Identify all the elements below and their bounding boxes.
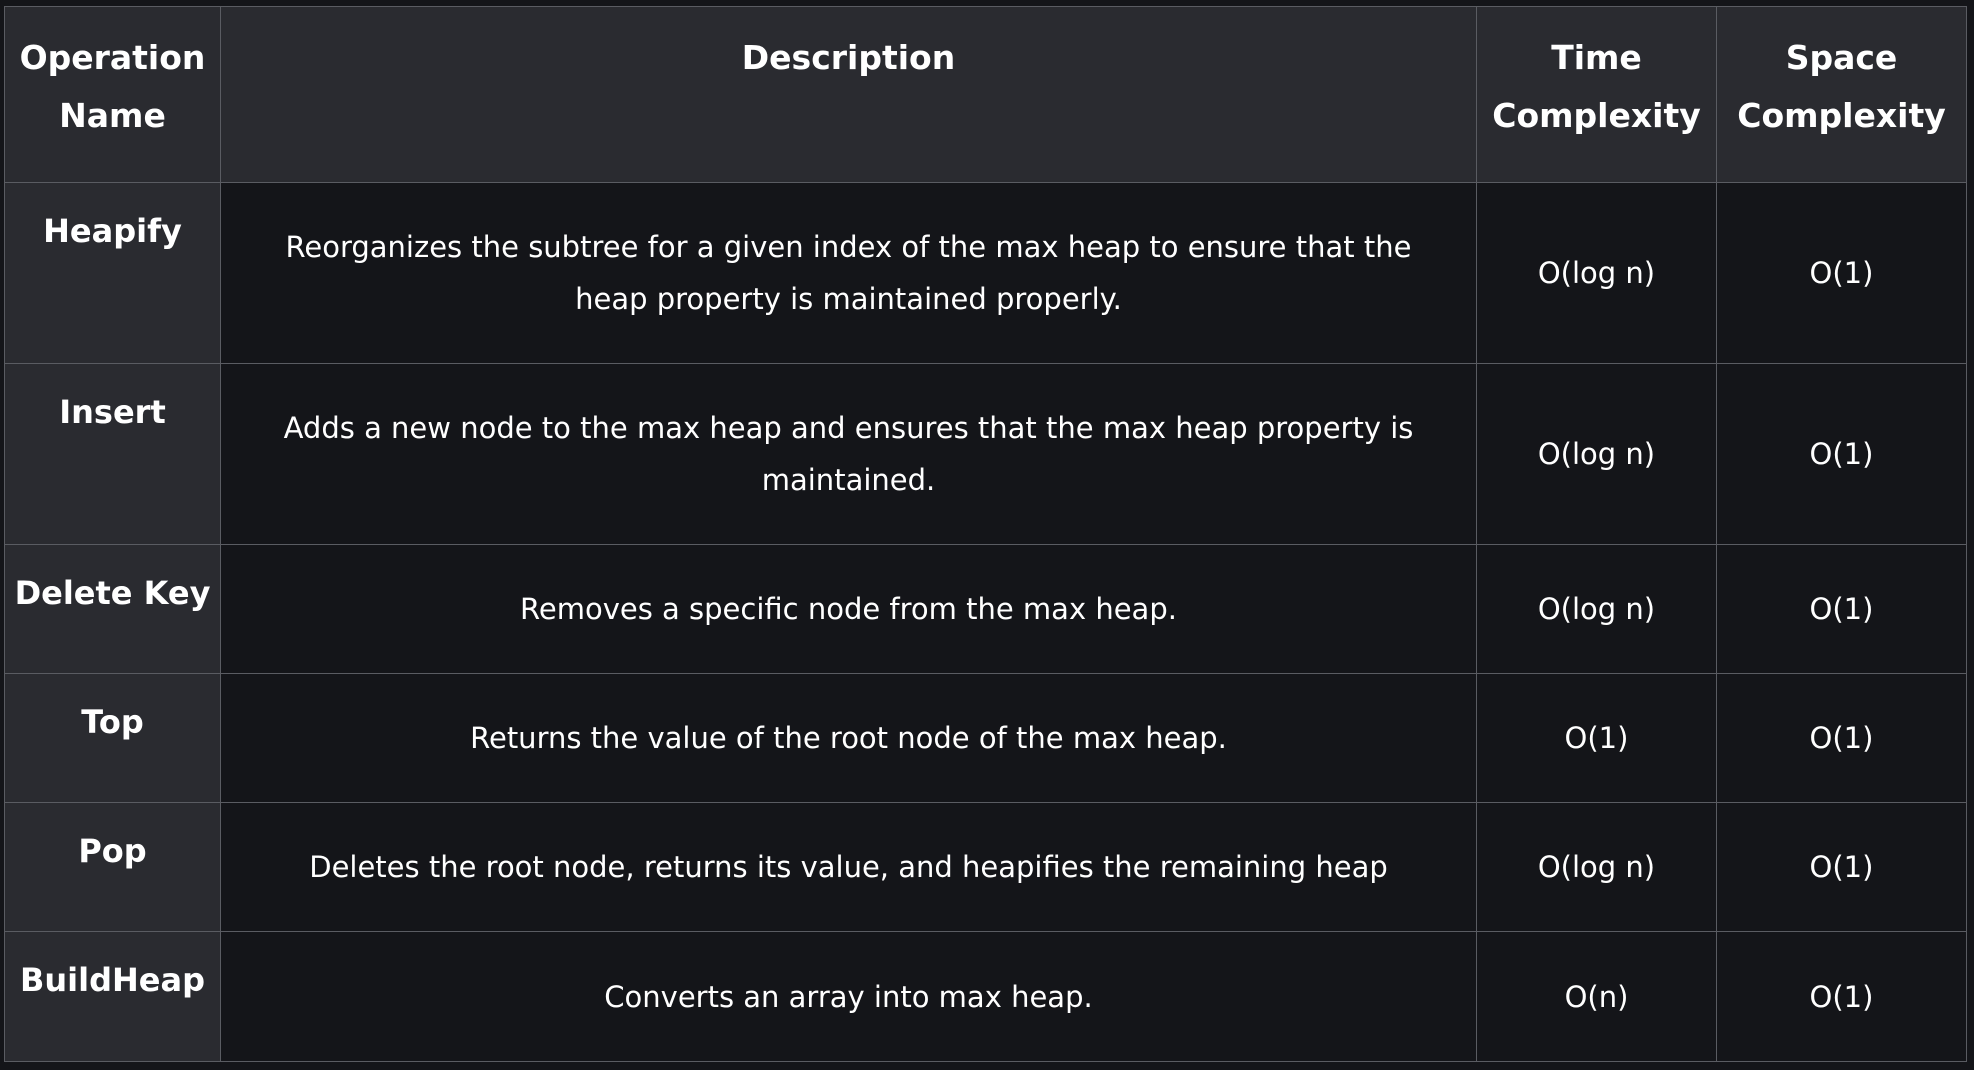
time-complexity-cell: O(log n) [1476,802,1717,932]
operation-name-cell: Pop [4,802,221,932]
header-space-complexity: Space Complexity [1716,6,1967,183]
time-complexity-cell: O(n) [1476,931,1717,1062]
operation-name-cell: Insert [4,363,221,545]
header-time-complexity: Time Complexity [1476,6,1717,183]
time-complexity-cell: O(log n) [1476,544,1717,674]
operation-name-cell: BuildHeap [4,931,221,1062]
time-complexity-cell: O(log n) [1476,182,1717,364]
table-row: Top Returns the value of the root node o… [4,673,1967,803]
description-cell: Adds a new node to the max heap and ensu… [220,363,1477,545]
description-cell: Converts an array into max heap. [220,931,1477,1062]
space-complexity-cell: O(1) [1716,544,1967,674]
operation-name-cell: Delete Key [4,544,221,674]
table-row: Insert Adds a new node to the max heap a… [4,363,1967,545]
header-description: Description [220,6,1477,183]
time-complexity-cell: O(log n) [1476,363,1717,545]
time-complexity-cell: O(1) [1476,673,1717,803]
table-row: Pop Deletes the root node, returns its v… [4,802,1967,932]
space-complexity-cell: O(1) [1716,363,1967,545]
space-complexity-cell: O(1) [1716,182,1967,364]
table-row: Heapify Reorganizes the subtree for a gi… [4,182,1967,364]
description-cell: Removes a specific node from the max hea… [220,544,1477,674]
header-operation-name: Operation Name [4,6,221,183]
table-row: BuildHeap Converts an array into max hea… [4,931,1967,1062]
table-row: Delete Key Removes a specific node from … [4,544,1967,674]
space-complexity-cell: O(1) [1716,931,1967,1062]
heap-operations-table-container: Operation Name Description Time Complexi… [4,6,1967,1062]
description-cell: Returns the value of the root node of th… [220,673,1477,803]
description-cell: Deletes the root node, returns its value… [220,802,1477,932]
space-complexity-cell: O(1) [1716,802,1967,932]
operation-name-cell: Top [4,673,221,803]
heap-operations-table: Operation Name Description Time Complexi… [4,6,1967,1062]
table-header-row: Operation Name Description Time Complexi… [4,6,1967,183]
space-complexity-cell: O(1) [1716,673,1967,803]
description-cell: Reorganizes the subtree for a given inde… [220,182,1477,364]
operation-name-cell: Heapify [4,182,221,364]
